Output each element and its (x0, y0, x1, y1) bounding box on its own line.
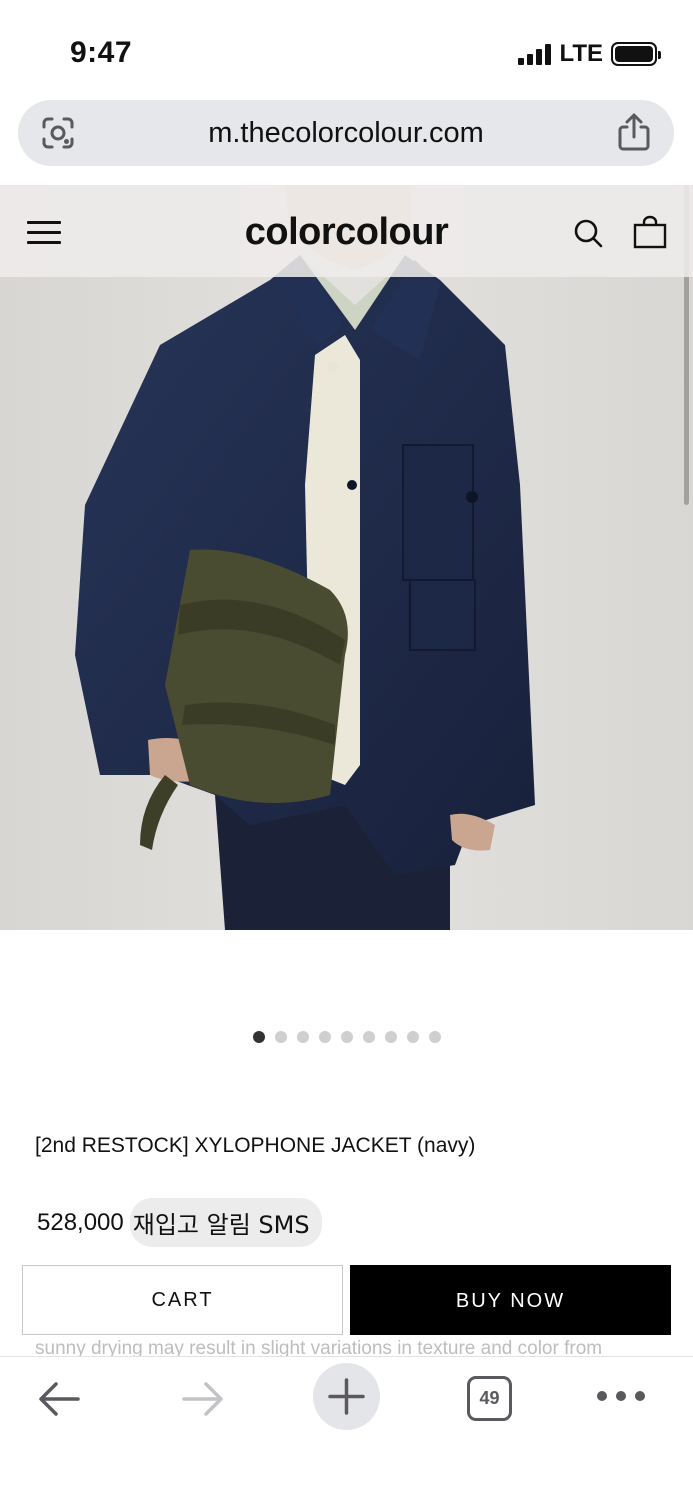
battery-icon (611, 42, 661, 66)
carousel-dot[interactable] (428, 1031, 441, 1043)
site-header: colorcolour (0, 185, 693, 277)
price-row: 528,000 재입고 알림 SMS (37, 1198, 322, 1247)
more-menu-icon[interactable] (597, 1391, 645, 1403)
carousel-dot[interactable] (384, 1031, 397, 1043)
carousel-dot[interactable] (274, 1031, 287, 1043)
browser-toolbar: 49 (0, 1356, 693, 1500)
network-label: LTE (559, 40, 603, 67)
carousel-dots (0, 1031, 693, 1043)
status-time: 9:47 (70, 36, 133, 69)
carousel-dot[interactable] (362, 1031, 375, 1043)
product-photo (0, 185, 693, 930)
cart-button[interactable]: CART (22, 1265, 343, 1335)
buy-now-button[interactable]: BUY NOW (350, 1265, 671, 1335)
shopping-bag-icon[interactable] (633, 215, 667, 249)
product-price: 528,000 (37, 1208, 124, 1236)
tab-switcher-button[interactable]: 49 (467, 1376, 512, 1421)
forward-icon[interactable] (180, 1379, 226, 1419)
restock-sms-button[interactable]: 재입고 알림 SMS (129, 1198, 322, 1247)
carousel-dot[interactable] (252, 1031, 265, 1043)
search-icon[interactable] (573, 218, 603, 248)
product-image[interactable] (0, 185, 693, 930)
carousel-dot[interactable] (406, 1031, 419, 1043)
lens-icon[interactable] (40, 115, 76, 151)
plus-icon (328, 1378, 365, 1415)
carousel-dot[interactable] (318, 1031, 331, 1043)
status-indicators: LTE (518, 40, 661, 68)
url-text: m.thecolorcolour.com (208, 116, 484, 149)
share-icon[interactable] (616, 112, 652, 152)
product-title: [2nd RESTOCK] XYLOPHONE JACKET (navy) (35, 1134, 476, 1157)
address-bar[interactable]: m.thecolorcolour.com (18, 100, 674, 166)
back-icon[interactable] (36, 1379, 82, 1419)
status-bar: 9:47 LTE (0, 0, 693, 100)
signal-icon (518, 43, 552, 65)
carousel-dot[interactable] (296, 1031, 309, 1043)
carousel-dot[interactable] (340, 1031, 353, 1043)
new-tab-button[interactable] (313, 1363, 380, 1430)
